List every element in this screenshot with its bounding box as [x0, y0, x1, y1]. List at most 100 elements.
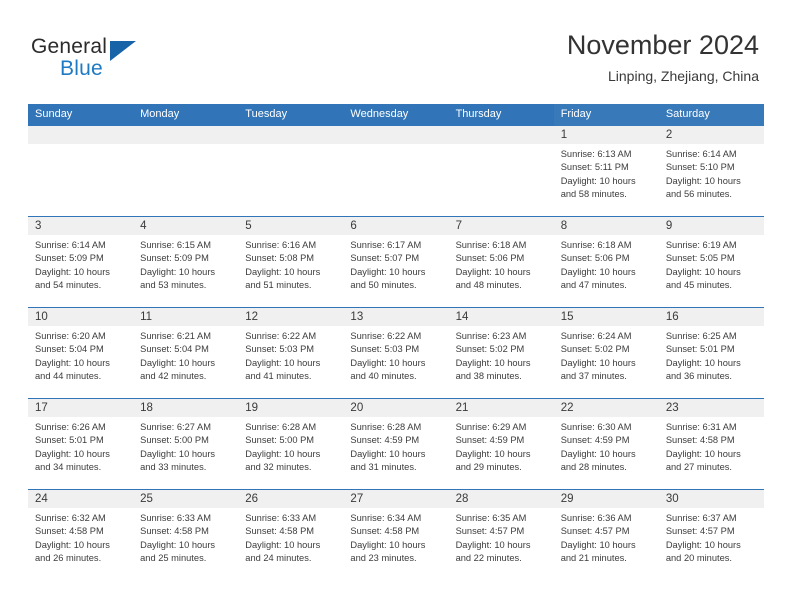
sunrise-text: Sunrise: 6:14 AM — [665, 149, 737, 160]
calendar-day-cell[interactable]: 26 Sunrise: 6:33 AM Sunset: 4:58 PM Dayligh… — [238, 489, 344, 581]
weekday-header-friday: Friday — [553, 104, 659, 127]
day-number: 30 — [658, 490, 764, 509]
triangle-icon — [110, 41, 136, 61]
daylight-text-line1: Daylight: 10 hours — [245, 539, 321, 550]
day-sun-info: Sunrise: 6:36 AM Sunset: 4:57 PM Daylight:… — [554, 508, 659, 565]
calendar-day-cell[interactable]: 23 Sunrise: 6:31 AM Sunset: 4:58 PM Dayligh… — [658, 398, 764, 490]
brand-logo[interactable]: General Blue — [31, 36, 161, 88]
calendar-week-row: 10 Sunrise: 6:20 AM Sunset: 5:04 PM Dayligh… — [28, 307, 764, 399]
daylight-text-line2: and 23 minutes. — [350, 552, 417, 563]
day-number — [238, 126, 344, 145]
calendar-day-cell[interactable]: 4 Sunrise: 6:15 AM Sunset: 5:09 PM Daylight… — [133, 216, 239, 308]
day-number: 13 — [343, 308, 449, 327]
day-number: 21 — [448, 399, 554, 418]
calendar-week-row: 24 Sunrise: 6:32 AM Sunset: 4:58 PM Dayligh… — [28, 489, 764, 581]
calendar-day-cell[interactable]: 22 Sunrise: 6:30 AM Sunset: 4:59 PM Dayligh… — [553, 398, 659, 490]
calendar-day-cell[interactable]: 9 Sunrise: 6:19 AM Sunset: 5:05 PM Daylight… — [658, 216, 764, 308]
logo-text-general: General — [31, 35, 108, 58]
daylight-text-line2: and 36 minutes. — [665, 370, 732, 381]
day-cell-inner — [343, 126, 449, 216]
calendar-day-cell[interactable]: 18 Sunrise: 6:27 AM Sunset: 5:00 PM Dayligh… — [133, 398, 239, 490]
daylight-text-line2: and 37 minutes. — [560, 370, 627, 381]
day-sun-info: Sunrise: 6:14 AM Sunset: 5:10 PM Daylight:… — [659, 144, 764, 201]
calendar-empty-cell — [343, 126, 449, 217]
sunrise-text: Sunrise: 6:30 AM — [560, 422, 632, 433]
calendar-day-cell[interactable]: 16 Sunrise: 6:25 AM Sunset: 5:01 PM Dayligh… — [658, 307, 764, 399]
day-sun-info: Sunrise: 6:30 AM Sunset: 4:59 PM Daylight:… — [554, 417, 659, 474]
sunrise-text: Sunrise: 6:21 AM — [140, 331, 211, 342]
sunset-text: Sunset: 5:11 PM — [560, 162, 629, 173]
daylight-text-line2: and 42 minutes. — [140, 370, 207, 381]
day-cell-inner: 23 Sunrise: 6:31 AM Sunset: 4:58 PM Dayligh… — [658, 399, 764, 489]
sunset-text: Sunset: 5:02 PM — [455, 344, 525, 355]
daylight-text-line1: Daylight: 10 hours — [560, 539, 636, 550]
title-block: November 2024 Linping, Zhejiang, China — [567, 30, 759, 84]
calendar-day-cell[interactable]: 6 Sunrise: 6:17 AM Sunset: 5:07 PM Daylight… — [343, 216, 449, 308]
calendar-table: Sunday Monday Tuesday Wednesday Thursday… — [28, 104, 764, 581]
sunrise-text: Sunrise: 6:15 AM — [140, 240, 211, 251]
calendar-day-cell[interactable]: 5 Sunrise: 6:16 AM Sunset: 5:08 PM Daylight… — [238, 216, 344, 308]
day-cell-inner: 16 Sunrise: 6:25 AM Sunset: 5:01 PM Dayligh… — [658, 308, 764, 398]
day-number: 8 — [553, 217, 659, 236]
calendar-day-cell[interactable]: 12 Sunrise: 6:22 AM Sunset: 5:03 PM Dayligh… — [238, 307, 344, 399]
calendar-day-cell[interactable]: 13 Sunrise: 6:22 AM Sunset: 5:03 PM Dayligh… — [343, 307, 449, 399]
daylight-text-line1: Daylight: 10 hours — [350, 357, 426, 368]
calendar-day-cell[interactable]: 3 Sunrise: 6:14 AM Sunset: 5:09 PM Daylight… — [28, 216, 134, 308]
calendar-day-cell[interactable]: 7 Sunrise: 6:18 AM Sunset: 5:06 PM Daylight… — [448, 216, 554, 308]
calendar-day-cell[interactable]: 19 Sunrise: 6:28 AM Sunset: 5:00 PM Dayligh… — [238, 398, 344, 490]
day-sun-info: Sunrise: 6:16 AM Sunset: 5:08 PM Daylight:… — [238, 235, 343, 292]
day-cell-inner: 12 Sunrise: 6:22 AM Sunset: 5:03 PM Dayligh… — [238, 308, 344, 398]
daylight-text-line1: Daylight: 10 hours — [455, 266, 531, 277]
day-sun-info: Sunrise: 6:35 AM Sunset: 4:57 PM Daylight:… — [449, 508, 554, 565]
sunrise-text: Sunrise: 6:31 AM — [665, 422, 737, 433]
sunset-text: Sunset: 5:04 PM — [140, 344, 209, 355]
calendar-day-cell[interactable]: 28 Sunrise: 6:35 AM Sunset: 4:57 PM Dayligh… — [448, 489, 554, 581]
daylight-text-line2: and 54 minutes. — [35, 279, 102, 290]
calendar-day-cell[interactable]: 11 Sunrise: 6:21 AM Sunset: 5:04 PM Dayligh… — [133, 307, 239, 399]
day-cell-inner: 21 Sunrise: 6:29 AM Sunset: 4:59 PM Dayligh… — [448, 399, 554, 489]
daylight-text-line1: Daylight: 10 hours — [560, 266, 636, 277]
calendar-day-cell[interactable]: 21 Sunrise: 6:29 AM Sunset: 4:59 PM Dayligh… — [448, 398, 554, 490]
day-number — [343, 126, 449, 145]
daylight-text-line1: Daylight: 10 hours — [245, 357, 321, 368]
day-cell-inner: 25 Sunrise: 6:33 AM Sunset: 4:58 PM Dayligh… — [133, 490, 239, 580]
calendar-day-cell[interactable]: 24 Sunrise: 6:32 AM Sunset: 4:58 PM Dayligh… — [28, 489, 134, 581]
day-sun-info: Sunrise: 6:22 AM Sunset: 5:03 PM Daylight:… — [343, 326, 448, 383]
day-sun-info: Sunrise: 6:32 AM Sunset: 4:58 PM Daylight:… — [28, 508, 133, 565]
day-cell-inner: 10 Sunrise: 6:20 AM Sunset: 5:04 PM Dayligh… — [28, 308, 134, 398]
sunset-text: Sunset: 5:07 PM — [350, 253, 420, 264]
day-cell-inner: 20 Sunrise: 6:28 AM Sunset: 4:59 PM Dayligh… — [343, 399, 449, 489]
calendar-day-cell[interactable]: 8 Sunrise: 6:18 AM Sunset: 5:06 PM Daylight… — [553, 216, 659, 308]
day-sun-info: Sunrise: 6:37 AM Sunset: 4:57 PM Daylight:… — [659, 508, 764, 565]
calendar-day-cell[interactable]: 14 Sunrise: 6:23 AM Sunset: 5:02 PM Dayligh… — [448, 307, 554, 399]
day-cell-inner — [28, 126, 134, 216]
day-cell-inner: 18 Sunrise: 6:27 AM Sunset: 5:00 PM Dayligh… — [133, 399, 239, 489]
sunset-text: Sunset: 4:57 PM — [560, 526, 630, 537]
calendar-day-cell[interactable]: 15 Sunrise: 6:24 AM Sunset: 5:02 PM Dayligh… — [553, 307, 659, 399]
sunset-text: Sunset: 4:57 PM — [455, 526, 525, 537]
day-cell-inner: 11 Sunrise: 6:21 AM Sunset: 5:04 PM Dayligh… — [133, 308, 239, 398]
calendar-day-cell[interactable]: 1 Sunrise: 6:13 AM Sunset: 5:11 PM Daylight… — [553, 126, 659, 217]
daylight-text-line2: and 51 minutes. — [245, 279, 312, 290]
calendar-day-cell[interactable]: 29 Sunrise: 6:36 AM Sunset: 4:57 PM Dayligh… — [553, 489, 659, 581]
day-number: 27 — [343, 490, 449, 509]
sunrise-text: Sunrise: 6:20 AM — [35, 331, 106, 342]
day-number: 2 — [658, 126, 764, 145]
calendar-day-cell[interactable]: 10 Sunrise: 6:20 AM Sunset: 5:04 PM Dayligh… — [28, 307, 134, 399]
sunset-text: Sunset: 5:08 PM — [245, 253, 315, 264]
day-number: 29 — [553, 490, 659, 509]
day-number: 12 — [238, 308, 344, 327]
calendar-day-cell[interactable]: 30 Sunrise: 6:37 AM Sunset: 4:57 PM Dayligh… — [658, 489, 764, 581]
day-number: 3 — [28, 217, 134, 236]
sunrise-text: Sunrise: 6:27 AM — [140, 422, 211, 433]
calendar-day-cell[interactable]: 17 Sunrise: 6:26 AM Sunset: 5:01 PM Dayligh… — [28, 398, 134, 490]
daylight-text-line2: and 20 minutes. — [665, 552, 732, 563]
calendar-day-cell[interactable]: 2 Sunrise: 6:14 AM Sunset: 5:10 PM Daylight… — [658, 126, 764, 217]
day-cell-inner: 27 Sunrise: 6:34 AM Sunset: 4:58 PM Dayligh… — [343, 490, 449, 580]
calendar-day-cell[interactable]: 25 Sunrise: 6:33 AM Sunset: 4:58 PM Dayligh… — [133, 489, 239, 581]
day-cell-inner: 9 Sunrise: 6:19 AM Sunset: 5:05 PM Daylight… — [658, 217, 764, 307]
day-sun-info: Sunrise: 6:20 AM Sunset: 5:04 PM Daylight:… — [28, 326, 133, 383]
calendar-day-cell[interactable]: 27 Sunrise: 6:34 AM Sunset: 4:58 PM Dayligh… — [343, 489, 449, 581]
calendar-day-cell[interactable]: 20 Sunrise: 6:28 AM Sunset: 4:59 PM Dayligh… — [343, 398, 449, 490]
weekday-header-saturday: Saturday — [658, 104, 764, 127]
